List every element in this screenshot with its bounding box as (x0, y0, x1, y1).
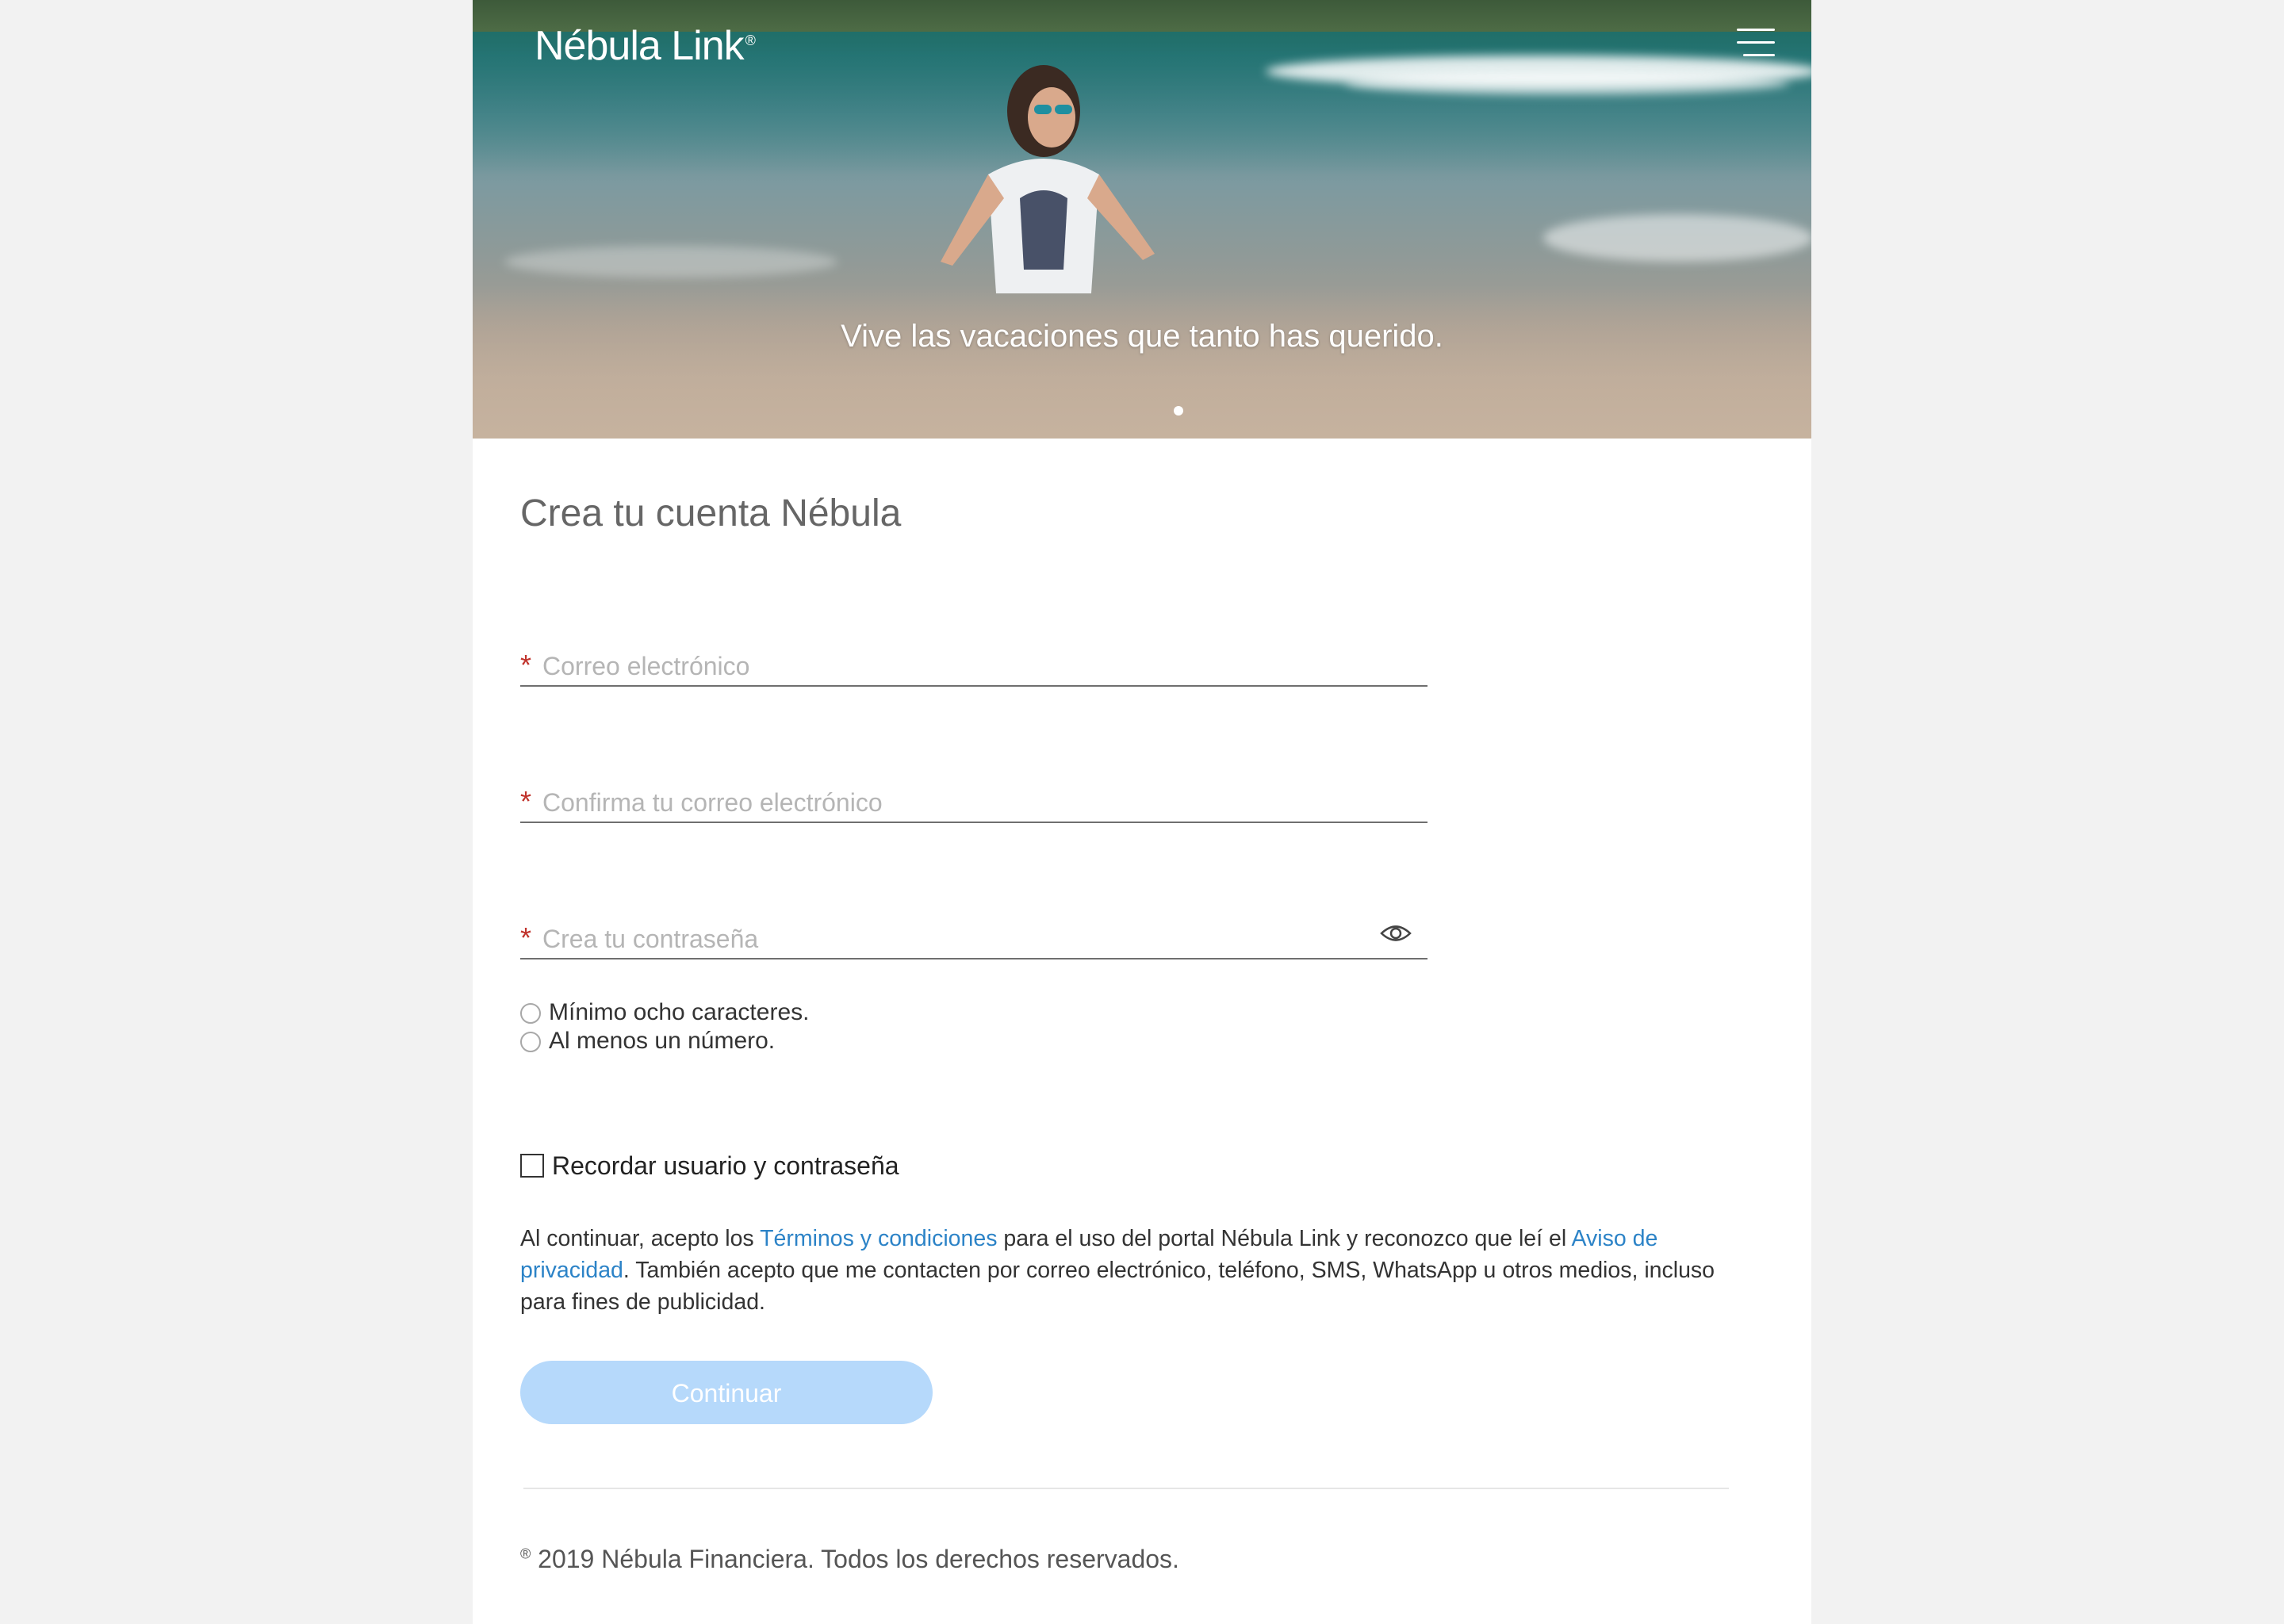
remember-label[interactable]: Recordar usuario y contraseña (552, 1151, 899, 1181)
terms-link[interactable]: Términos y condiciones (760, 1226, 997, 1251)
confirm-email-placeholder: Confirma tu correo electrónico (542, 788, 883, 817)
registered-mark: ® (745, 32, 756, 48)
page-title: Crea tu cuenta Nébula (520, 492, 902, 534)
page-container: Nébula Link ® Vive las vacaciones que tan… (473, 0, 1811, 1624)
registered-mark: ® (520, 1545, 531, 1562)
rule-status-icon (520, 1032, 541, 1052)
hero-caption: Vive las vacaciones que tanto has querid… (841, 319, 1443, 354)
hero-wave (1543, 214, 1811, 262)
checkbox-box[interactable] (520, 1154, 544, 1178)
legal-text: Al continuar, acepto los (520, 1226, 761, 1251)
eye-icon[interactable] (1380, 921, 1412, 945)
brand-logo-text: Nébula Link (535, 23, 745, 69)
hero-wave (1345, 71, 1789, 95)
footer-text: 2019 Nébula Financiera. Todos los derech… (538, 1545, 1179, 1573)
rule-label: Mínimo ocho caracteres. (549, 999, 810, 1025)
rule-status-icon (520, 1003, 541, 1024)
legal-text: . También acepto que me contacten por co… (520, 1258, 1715, 1315)
email-field[interactable]: * Correo electrónico (520, 644, 1428, 687)
menu-line (1743, 54, 1775, 56)
brand-logo[interactable]: Nébula Link ® (535, 22, 756, 70)
password-field[interactable]: * Crea tu contraseña (520, 917, 1428, 959)
hamburger-menu-icon[interactable] (1737, 29, 1775, 57)
continue-button[interactable]: Continuar (520, 1361, 933, 1424)
footer-copyright: ® 2019 Nébula Financiera. Todos los dere… (520, 1545, 1179, 1574)
required-asterisk: * (520, 785, 532, 818)
hero-banner: Nébula Link ® Vive las vacaciones que tan… (473, 0, 1811, 439)
footer-divider (523, 1488, 1729, 1489)
menu-line (1737, 41, 1775, 44)
rule-label: Al menos un número. (549, 1028, 776, 1054)
hero-person-image (941, 65, 1155, 293)
email-placeholder: Correo electrónico (542, 652, 750, 680)
required-asterisk: * (520, 649, 532, 681)
password-placeholder: Crea tu contraseña (542, 925, 759, 953)
hero-wave (504, 246, 837, 278)
required-asterisk: * (520, 921, 532, 954)
confirm-email-field[interactable]: * Confirma tu correo electrónico (520, 780, 1428, 823)
legal-notice: Al continuar, acepto los Términos y cond… (520, 1223, 1742, 1318)
legal-text: para el uso del portal Nébula Link y rec… (997, 1226, 1572, 1251)
menu-line (1737, 29, 1775, 31)
carousel-dot[interactable] (1174, 406, 1183, 416)
